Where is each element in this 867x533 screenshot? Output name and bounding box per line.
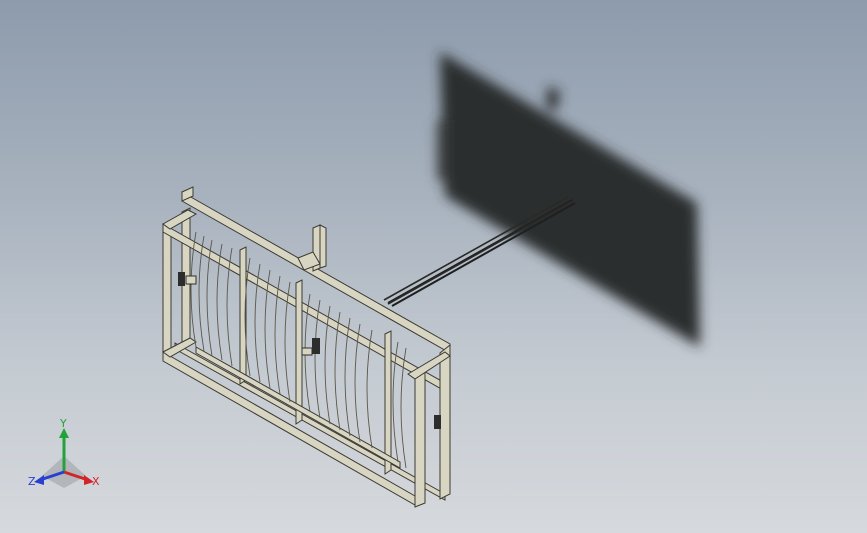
right-front-post xyxy=(414,371,426,508)
left-back-post xyxy=(162,220,172,361)
right-back-post xyxy=(439,343,451,500)
frame-assembly[interactable] xyxy=(162,186,451,508)
bottom-rail xyxy=(162,351,416,506)
z-axis-label: Z xyxy=(28,475,36,488)
divider-2 xyxy=(295,279,303,425)
x-axis-label: X xyxy=(92,475,100,488)
graphics-viewport[interactable]: Y X Z xyxy=(0,0,867,533)
model-scene[interactable] xyxy=(0,0,867,533)
vertical-mast[interactable] xyxy=(297,224,327,272)
floor-shadow xyxy=(437,52,700,347)
latch-right[interactable] xyxy=(434,415,441,429)
top-left-crossbar xyxy=(162,209,198,230)
y-axis-label: Y xyxy=(59,418,67,430)
orientation-triad: Y X Z xyxy=(28,418,100,488)
divider-3 xyxy=(384,330,392,475)
